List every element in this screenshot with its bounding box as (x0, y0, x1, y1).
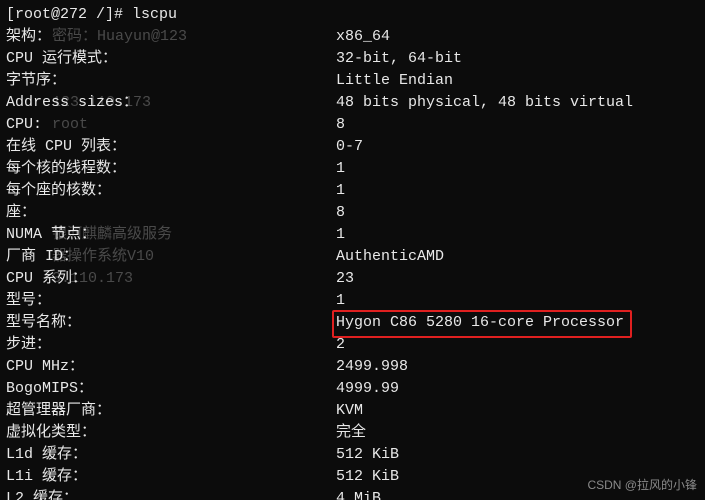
row-label: L1d 缓存： (6, 444, 336, 466)
row-value: 1 (336, 180, 345, 202)
output-row: 在线 CPU 列表：0-7 (6, 136, 699, 158)
row-value: 4 MiB (336, 488, 381, 500)
row-value: AuthenticAMD (336, 246, 444, 268)
row-value: 8 (336, 202, 345, 224)
row-label: 虚拟化类型： (6, 422, 336, 444)
row-label: 型号： (6, 290, 336, 312)
row-value: 1 (336, 290, 345, 312)
row-label: BogoMIPS： (6, 378, 336, 400)
output-row: CPU MHz：2499.998 (6, 356, 699, 378)
output-row: 型号名称：Hygon C86 5280 16-core Processor (6, 312, 699, 334)
row-label: CPU 系列： (6, 268, 336, 290)
output-row: 虚拟化类型：完全 (6, 422, 699, 444)
output-row: 座：8 (6, 202, 699, 224)
row-label: 每个座的核数： (6, 180, 336, 202)
output-row: Address sizes：48 bits physical, 48 bits … (6, 92, 699, 114)
row-value: 1 (336, 158, 345, 180)
row-value: x86_64 (336, 26, 390, 48)
output-row: CPU 系列：23 (6, 268, 699, 290)
row-label: L2 缓存： (6, 488, 336, 500)
row-label: Address sizes： (6, 92, 336, 114)
row-value: Hygon C86 5280 16-core Processor (336, 312, 624, 334)
output-row: CPU:8 (6, 114, 699, 136)
row-value: 0-7 (336, 136, 363, 158)
command-text: lscpu (132, 4, 177, 26)
row-label: 步进： (6, 334, 336, 356)
row-label: 架构： (6, 26, 336, 48)
row-label: CPU: (6, 114, 336, 136)
output-row: NUMA 节点：1 (6, 224, 699, 246)
row-value: 2499.998 (336, 356, 408, 378)
output-row: L1i 缓存：512 KiB (6, 466, 699, 488)
row-value: 32-bit, 64-bit (336, 48, 462, 70)
row-label: 字节序： (6, 70, 336, 92)
output-row: 厂商 ID：AuthenticAMD (6, 246, 699, 268)
row-label: L1i 缓存： (6, 466, 336, 488)
row-value: 48 bits physical, 48 bits virtual (336, 92, 633, 114)
row-value: 完全 (336, 422, 366, 444)
row-value: 4999.99 (336, 378, 399, 400)
output-row: L1d 缓存：512 KiB (6, 444, 699, 466)
output-row: 字节序：Little Endian (6, 70, 699, 92)
output-row: 步进：2 (6, 334, 699, 356)
output-row: 型号：1 (6, 290, 699, 312)
row-label: 超管理器厂商： (6, 400, 336, 422)
row-label: 厂商 ID： (6, 246, 336, 268)
row-value: KVM (336, 400, 363, 422)
output-row: 架构：x86_64 (6, 26, 699, 48)
output-row: CPU 运行模式：32-bit, 64-bit (6, 48, 699, 70)
output-row: 超管理器厂商：KVM (6, 400, 699, 422)
row-value: 1 (336, 224, 345, 246)
row-value: 23 (336, 268, 354, 290)
row-label: NUMA 节点： (6, 224, 336, 246)
prompt-line: [root@272 /]# lscpu (6, 4, 699, 26)
row-value: 512 KiB (336, 444, 399, 466)
row-label: CPU 运行模式： (6, 48, 336, 70)
row-label: 每个核的线程数： (6, 158, 336, 180)
row-label: CPU MHz： (6, 356, 336, 378)
shell-prompt: [root@272 /]# (6, 4, 132, 26)
output-row: BogoMIPS：4999.99 (6, 378, 699, 400)
terminal-output: 密码：Huayun@123 123.110.173 root 银河麒麟高级服务 … (0, 0, 705, 500)
row-value: Little Endian (336, 70, 453, 92)
row-label: 型号名称： (6, 312, 336, 334)
row-label: 在线 CPU 列表： (6, 136, 336, 158)
row-value: 512 KiB (336, 466, 399, 488)
output-row: 每个核的线程数：1 (6, 158, 699, 180)
output-row: 每个座的核数：1 (6, 180, 699, 202)
row-value: 8 (336, 114, 345, 136)
output-row: L2 缓存：4 MiB (6, 488, 699, 500)
row-label: 座： (6, 202, 336, 224)
row-value: 2 (336, 334, 345, 356)
